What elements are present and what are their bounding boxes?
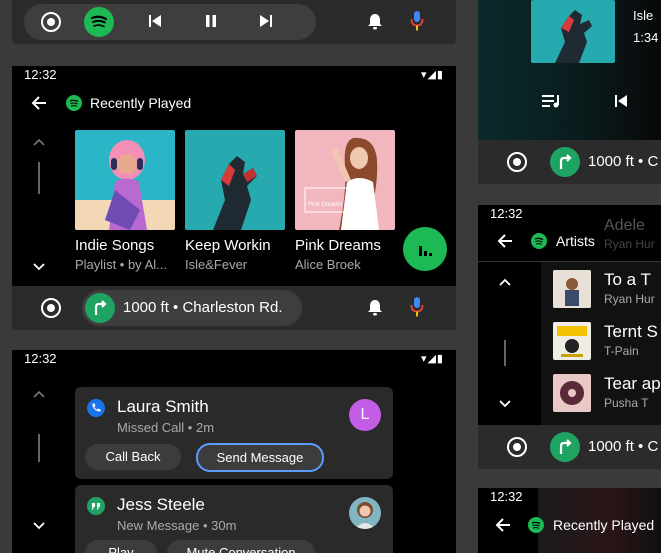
status-time: 12:32 bbox=[490, 206, 523, 221]
chevron-up-icon[interactable] bbox=[33, 138, 45, 146]
chevron-down-icon[interactable] bbox=[33, 263, 45, 271]
navigation-bar-right-top: 1000 ft • C bbox=[478, 140, 661, 184]
signal-icon: ▾◢▮ bbox=[420, 69, 444, 81]
status-time: 12:32 bbox=[24, 67, 57, 82]
scroll-track[interactable] bbox=[504, 340, 506, 366]
recently-played-panel: 12:32 ▾◢▮ Recently Played Indie Songs Pl… bbox=[12, 66, 456, 286]
song-subtitle: T-Pain bbox=[604, 344, 639, 358]
status-bar: 12:32 bbox=[478, 488, 661, 506]
queue-music-icon[interactable] bbox=[542, 94, 562, 108]
ghost-artist-name: Adele bbox=[604, 217, 645, 234]
pause-icon[interactable] bbox=[204, 14, 218, 28]
mute-conversation-button[interactable]: Mute Conversation bbox=[167, 540, 315, 553]
send-message-button[interactable]: Send Message bbox=[196, 443, 324, 472]
direction-text: 1000 ft • C bbox=[588, 438, 659, 455]
song-title: Tear ap bbox=[604, 374, 661, 393]
album-cover-keep-workin[interactable] bbox=[531, 0, 615, 63]
notification-detail: New Message • 30m bbox=[117, 518, 237, 533]
call-back-button[interactable]: Call Back bbox=[85, 444, 181, 470]
album-title: Keep Workin bbox=[185, 237, 271, 254]
list-item[interactable]: Tear ap Pusha T bbox=[541, 368, 661, 420]
direction-text: 1000 ft • Charleston Rd. bbox=[123, 299, 283, 316]
spotify-icon bbox=[66, 95, 82, 111]
now-playing-button[interactable] bbox=[403, 227, 447, 271]
notification-card-new-message[interactable]: Jess Steele New Message • 30m Play Mute … bbox=[75, 485, 393, 553]
bell-icon[interactable] bbox=[367, 13, 383, 31]
back-arrow-icon[interactable] bbox=[30, 94, 48, 112]
avatar: L bbox=[349, 399, 381, 431]
album-title: Indie Songs bbox=[75, 237, 155, 254]
home-button[interactable] bbox=[507, 437, 527, 457]
header-title: Artists bbox=[556, 233, 595, 249]
album-subtitle: Isle&Fever bbox=[185, 257, 248, 272]
skip-previous-icon[interactable] bbox=[148, 14, 162, 28]
album-cover-pink-dreams[interactable]: Pink Dreams bbox=[295, 130, 395, 230]
ghost-artist-subtitle: Ryan Hur bbox=[604, 237, 655, 251]
turn-right-icon bbox=[550, 147, 580, 177]
phone-icon bbox=[87, 399, 105, 417]
album-subtitle: Playlist • by Al... bbox=[75, 257, 167, 272]
header-title: Recently Played bbox=[90, 95, 192, 111]
direction-text: 1000 ft • C bbox=[588, 153, 659, 170]
status-time: 12:32 bbox=[490, 489, 523, 504]
status-bar: 12:32 ▾◢▮ bbox=[12, 350, 456, 368]
scroll-track[interactable] bbox=[38, 162, 40, 194]
list-item[interactable]: To a T Ryan Hur bbox=[541, 262, 661, 314]
contact-name: Jess Steele bbox=[117, 495, 205, 514]
home-button[interactable] bbox=[41, 298, 61, 318]
message-icon bbox=[87, 497, 105, 515]
home-button[interactable] bbox=[41, 12, 61, 32]
album-title: Pink Dreams bbox=[295, 237, 381, 254]
notifications-panel: 12:32 ▾◢▮ Laura Smith Missed Call • 2m L… bbox=[12, 350, 456, 553]
chevron-down-icon[interactable] bbox=[499, 400, 511, 408]
song-subtitle: Ryan Hur bbox=[604, 292, 655, 306]
song-title: Ternt S bbox=[604, 322, 658, 341]
equalizer-icon bbox=[419, 246, 432, 256]
chevron-up-icon[interactable] bbox=[499, 278, 511, 286]
bell-icon[interactable] bbox=[367, 299, 383, 317]
back-arrow-icon[interactable] bbox=[496, 232, 514, 250]
signal-icon: ▾◢▮ bbox=[420, 353, 444, 365]
navigation-bar-artists: 1000 ft • C bbox=[478, 425, 661, 469]
artists-panel: 12:32 Adele Ryan Hur Artists To a T Ryan… bbox=[478, 205, 661, 425]
list-item[interactable]: Ternt S T-Pain bbox=[541, 316, 661, 368]
song-thumbnail bbox=[553, 374, 591, 412]
media-control-bar bbox=[12, 0, 456, 44]
song-subtitle: Pusha T bbox=[604, 396, 649, 410]
track-line-2: 1:34 bbox=[633, 30, 659, 45]
header-title: Recently Played bbox=[553, 517, 655, 533]
recently-played-panel-bottom: 12:32 Recently Played bbox=[478, 488, 661, 553]
spotify-icon bbox=[528, 517, 544, 533]
turn-right-icon bbox=[550, 432, 580, 462]
scroll-track[interactable] bbox=[38, 434, 40, 462]
avatar bbox=[349, 497, 381, 529]
album-cover-keep-workin[interactable] bbox=[185, 130, 285, 230]
album-cover-text: Pink Dreams bbox=[308, 202, 343, 208]
spotify-icon bbox=[531, 233, 547, 249]
spotify-icon[interactable] bbox=[84, 7, 114, 37]
album-subtitle: Alice Broek bbox=[295, 257, 361, 272]
status-time: 12:32 bbox=[24, 351, 57, 366]
back-arrow-icon[interactable] bbox=[494, 516, 512, 534]
song-thumbnail bbox=[553, 270, 591, 308]
play-button[interactable]: Play bbox=[85, 540, 157, 553]
chevron-up-icon[interactable] bbox=[33, 390, 45, 398]
skip-next-icon[interactable] bbox=[259, 14, 273, 28]
microphone-icon[interactable] bbox=[410, 10, 424, 32]
media-panel-right: Isle 1:34 bbox=[478, 0, 661, 140]
home-button[interactable] bbox=[507, 152, 527, 172]
status-bar: 12:32 ▾◢▮ bbox=[12, 66, 456, 84]
album-cover-indie-songs[interactable] bbox=[75, 130, 175, 230]
navigation-bar: 1000 ft • Charleston Rd. bbox=[12, 286, 456, 330]
turn-right-icon bbox=[85, 293, 115, 323]
track-line-1: Isle bbox=[633, 8, 654, 23]
notification-detail: Missed Call • 2m bbox=[117, 420, 215, 435]
contact-name: Laura Smith bbox=[117, 397, 209, 416]
skip-previous-icon[interactable] bbox=[614, 94, 628, 108]
chevron-down-icon[interactable] bbox=[33, 522, 45, 530]
notification-card-missed-call[interactable]: Laura Smith Missed Call • 2m L Call Back… bbox=[75, 387, 393, 479]
song-thumbnail bbox=[553, 322, 591, 360]
microphone-icon[interactable] bbox=[410, 296, 424, 318]
song-title: To a T bbox=[604, 270, 651, 289]
